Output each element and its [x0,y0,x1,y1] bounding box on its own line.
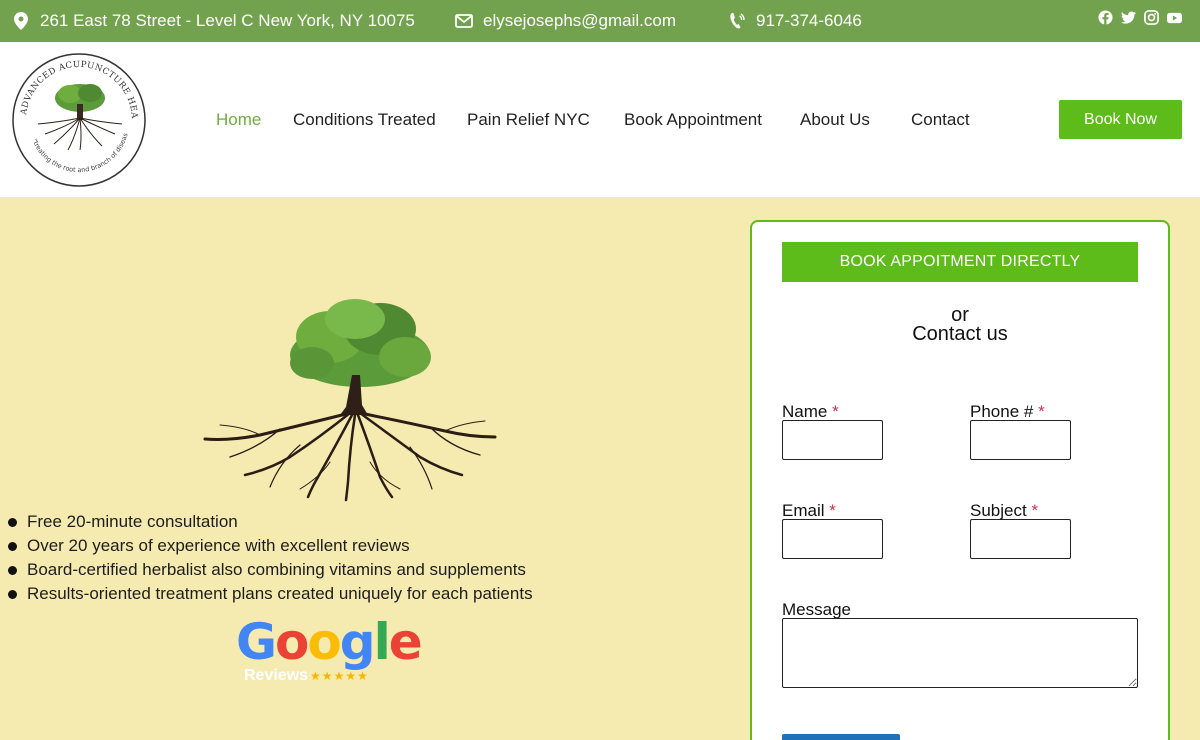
nav-item-conditions-treated[interactable]: Conditions Treated [293,110,436,130]
phone-icon [728,12,746,30]
main-nav: Home Conditions Treated Pain Relief NYC … [0,42,1200,197]
phone-link[interactable]: 917-374-6046 [756,11,862,31]
list-item: Results-oriented treatment plans created… [8,582,533,606]
phone-field[interactable] [970,420,1071,460]
subject-label: Subject * [970,501,1039,520]
facebook-icon[interactable] [1098,10,1113,25]
nav-item-home[interactable]: Home [216,110,261,130]
top-info-bar: 261 East 78 Street - Level C New York, N… [0,0,1200,42]
hero-section: Free 20-minute consultation Over 20 year… [0,197,1200,740]
twitter-icon[interactable] [1121,10,1136,25]
address-item: 261 East 78 Street - Level C New York, N… [12,0,415,42]
name-label: Name * [782,402,839,421]
phone-item[interactable]: 917-374-6046 [728,0,862,42]
nav-item-pain-relief-nyc[interactable]: Pain Relief NYC [467,110,590,130]
social-links [1098,10,1182,25]
email-label: Email * [782,501,836,520]
nav-item-contact[interactable]: Contact [911,110,970,130]
message-label: Message [782,600,851,619]
phone-label: Phone # * [970,402,1045,421]
name-field[interactable] [782,420,883,460]
contact-form-card: BOOK APPOITMENT DIRECTLY or Contact us N… [750,220,1170,740]
instagram-icon[interactable] [1144,10,1159,25]
email-field[interactable] [782,519,883,559]
list-item: Free 20-minute consultation [8,510,533,534]
book-now-button[interactable]: Book Now [1059,100,1182,139]
book-appointment-directly-button[interactable]: BOOK APPOITMENT DIRECTLY [782,242,1138,282]
list-item: Board-certified herbalist also combining… [8,558,533,582]
bullet [8,589,17,599]
google-reviews-badge[interactable]: Google Reviews ★★★★★ [236,613,423,687]
bullet [8,565,17,575]
stars-icon: ★★★★★ [310,669,369,683]
bullet [8,517,17,527]
subject-field[interactable] [970,519,1071,559]
list-item: Over 20 years of experience with excelle… [8,534,533,558]
youtube-icon[interactable] [1167,10,1182,25]
envelope-icon [455,12,473,30]
address-text: 261 East 78 Street - Level C New York, N… [40,11,415,30]
google-reviews-label: Reviews ★★★★★ [244,667,369,684]
google-logo: Google [236,613,423,671]
email-item[interactable]: elysejosephs@gmail.com [455,0,676,42]
nav-item-book-appointment[interactable]: Book Appointment [624,110,762,130]
site-header: ADVANCED ACUPUNCTURE HEALTH "treating th… [0,42,1200,197]
feature-list: Free 20-minute consultation Over 20 year… [8,510,533,606]
bullet [8,541,17,551]
contact-us-heading: Contact us [912,323,1008,345]
tree-illustration [200,297,500,502]
nav-item-about-us[interactable]: About Us [800,110,870,130]
message-field[interactable] [782,618,1138,688]
submit-button[interactable] [782,734,900,740]
email-link[interactable]: elysejosephs@gmail.com [483,11,676,31]
map-pin-icon [12,12,30,30]
